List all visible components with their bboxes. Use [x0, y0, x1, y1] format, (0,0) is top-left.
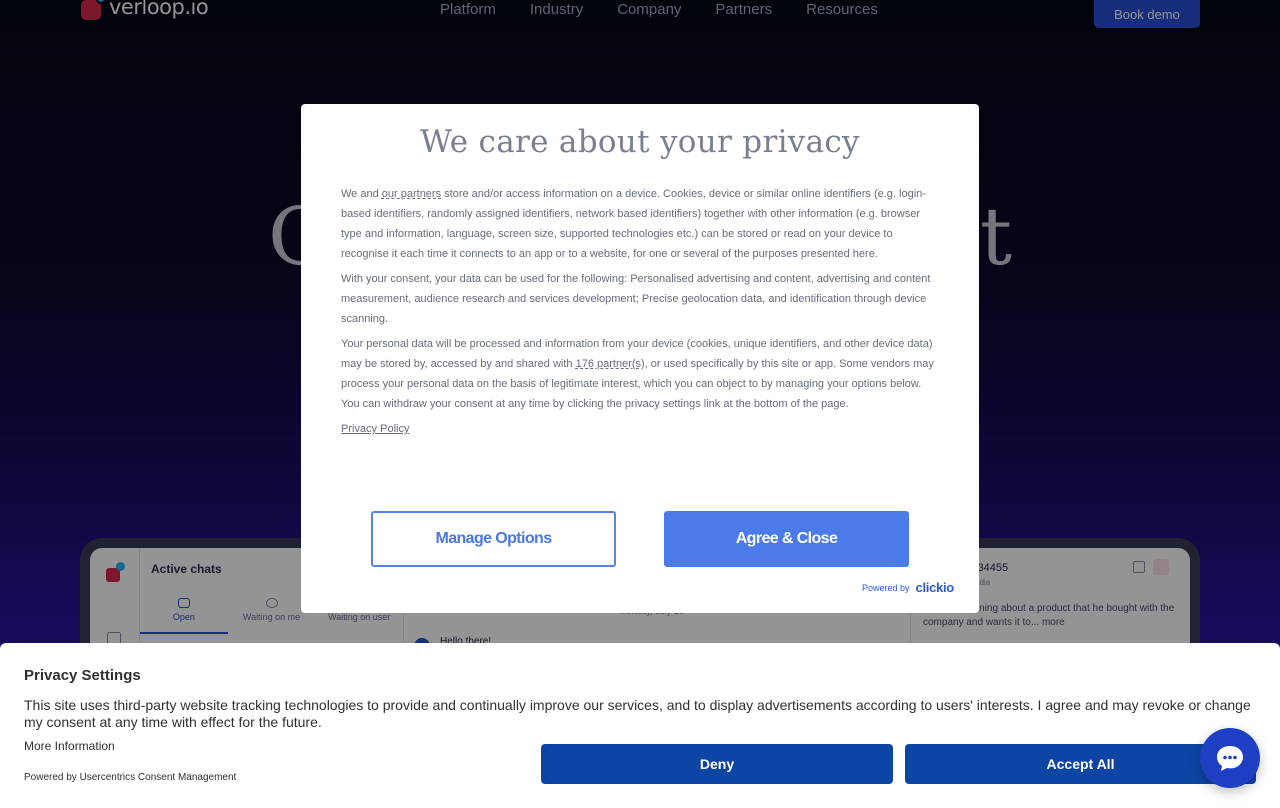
chat-launcher-button[interactable] — [1200, 728, 1260, 788]
our-partners-link[interactable]: our partners — [382, 188, 441, 200]
manage-options-button[interactable]: Manage Options — [371, 511, 616, 567]
modal-title: We care about your privacy — [420, 124, 860, 160]
partners-count-link[interactable]: 176 partner(s) — [576, 358, 645, 370]
usercentrics-title: Privacy Settings — [24, 667, 141, 684]
agree-close-button[interactable]: Agree & Close — [664, 511, 909, 567]
usercentrics-banner: Privacy Settings This site uses third-pa… — [0, 643, 1280, 808]
powered-by-label: Powered by — [862, 582, 910, 593]
clickio-powered-by[interactable]: Powered by clickio — [862, 580, 954, 595]
modal-paragraph-1: We and our partners store and/or access … — [341, 184, 941, 264]
modal-paragraph-2: With your consent, your data can be used… — [341, 273, 931, 325]
clickio-consent-modal: We care about your privacy We and our pa… — [301, 104, 979, 613]
chat-bubble-icon — [1217, 746, 1243, 771]
usercentrics-powered-by: Powered by Usercentrics Consent Manageme… — [24, 772, 237, 783]
deny-button[interactable]: Deny — [541, 744, 893, 784]
more-information-link[interactable]: More Information — [24, 739, 115, 753]
privacy-policy-link[interactable]: Privacy Policy — [341, 423, 409, 435]
modal-p1-start: We and — [341, 188, 382, 200]
modal-body: We and our partners store and/or access … — [341, 184, 941, 444]
usercentrics-description: This site uses third-party website track… — [24, 697, 1251, 730]
modal-paragraph-3: Your personal data will be processed and… — [341, 334, 941, 414]
clickio-logo: clickio — [915, 580, 955, 595]
